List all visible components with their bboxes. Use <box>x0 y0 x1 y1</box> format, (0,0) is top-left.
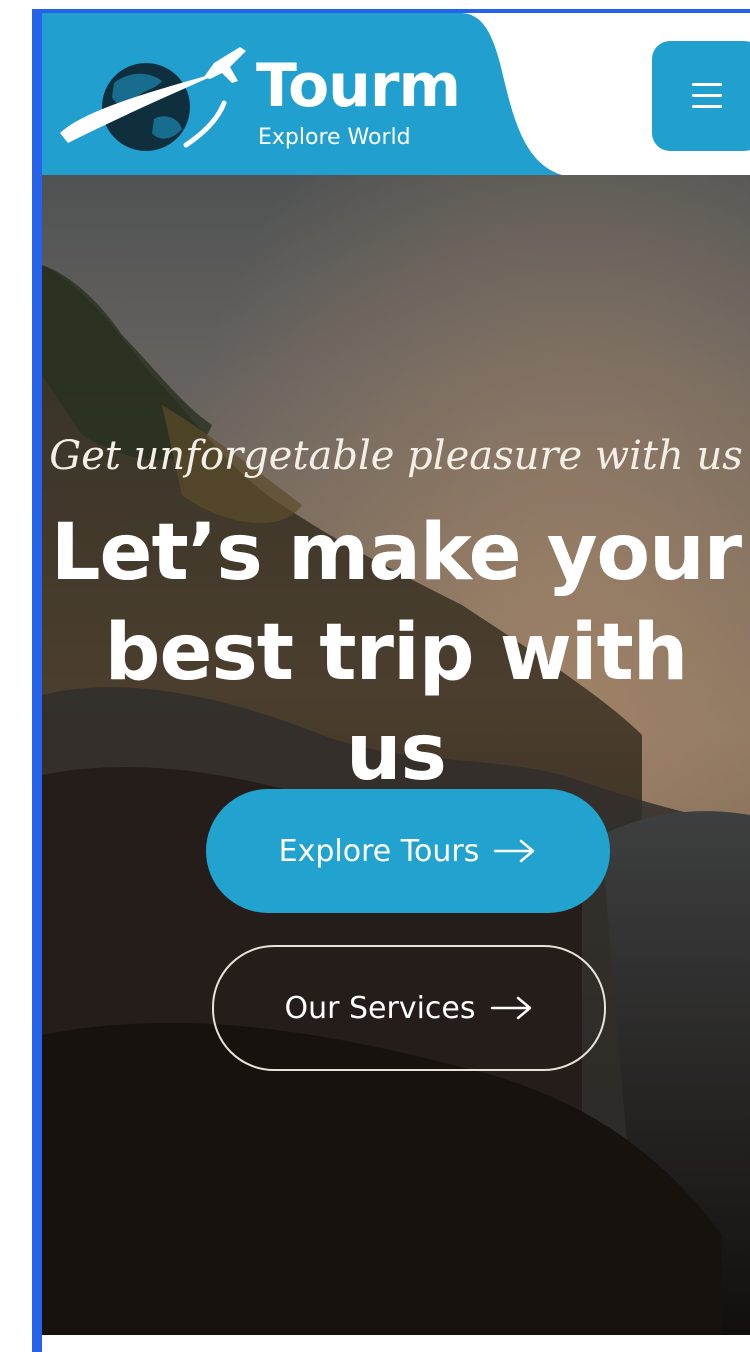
hero-section: Get unforgetable pleasure with us Let’s … <box>42 175 750 1335</box>
hero-subtitle: Get unforgetable pleasure with us <box>49 433 743 479</box>
our-services-label: Our Services <box>284 990 476 1026</box>
explore-tours-label: Explore Tours <box>278 833 480 869</box>
hero-title: Let’s make your best trip with us <box>42 503 750 803</box>
selection-border-left <box>32 9 42 1352</box>
hamburger-icon <box>692 83 722 109</box>
menu-button[interactable] <box>652 41 750 151</box>
explore-tours-button[interactable]: Explore Tours <box>206 789 610 913</box>
globe-plane-icon[interactable] <box>54 41 254 159</box>
page: Tourm Explore World Get unforgetable ple… <box>0 0 750 1352</box>
brand-tagline: Explore World <box>258 125 411 150</box>
next-section-card <box>62 1335 750 1352</box>
arrow-right-icon <box>490 996 531 1020</box>
site-header: Tourm Explore World <box>42 13 750 175</box>
our-services-button[interactable]: Our Services <box>212 945 606 1071</box>
hero-title-line-1: Let’s make your <box>50 508 742 598</box>
brand-name[interactable]: Tourm <box>256 51 461 121</box>
hero-title-line-2: best trip with us <box>104 608 689 798</box>
arrow-right-icon <box>494 839 535 863</box>
